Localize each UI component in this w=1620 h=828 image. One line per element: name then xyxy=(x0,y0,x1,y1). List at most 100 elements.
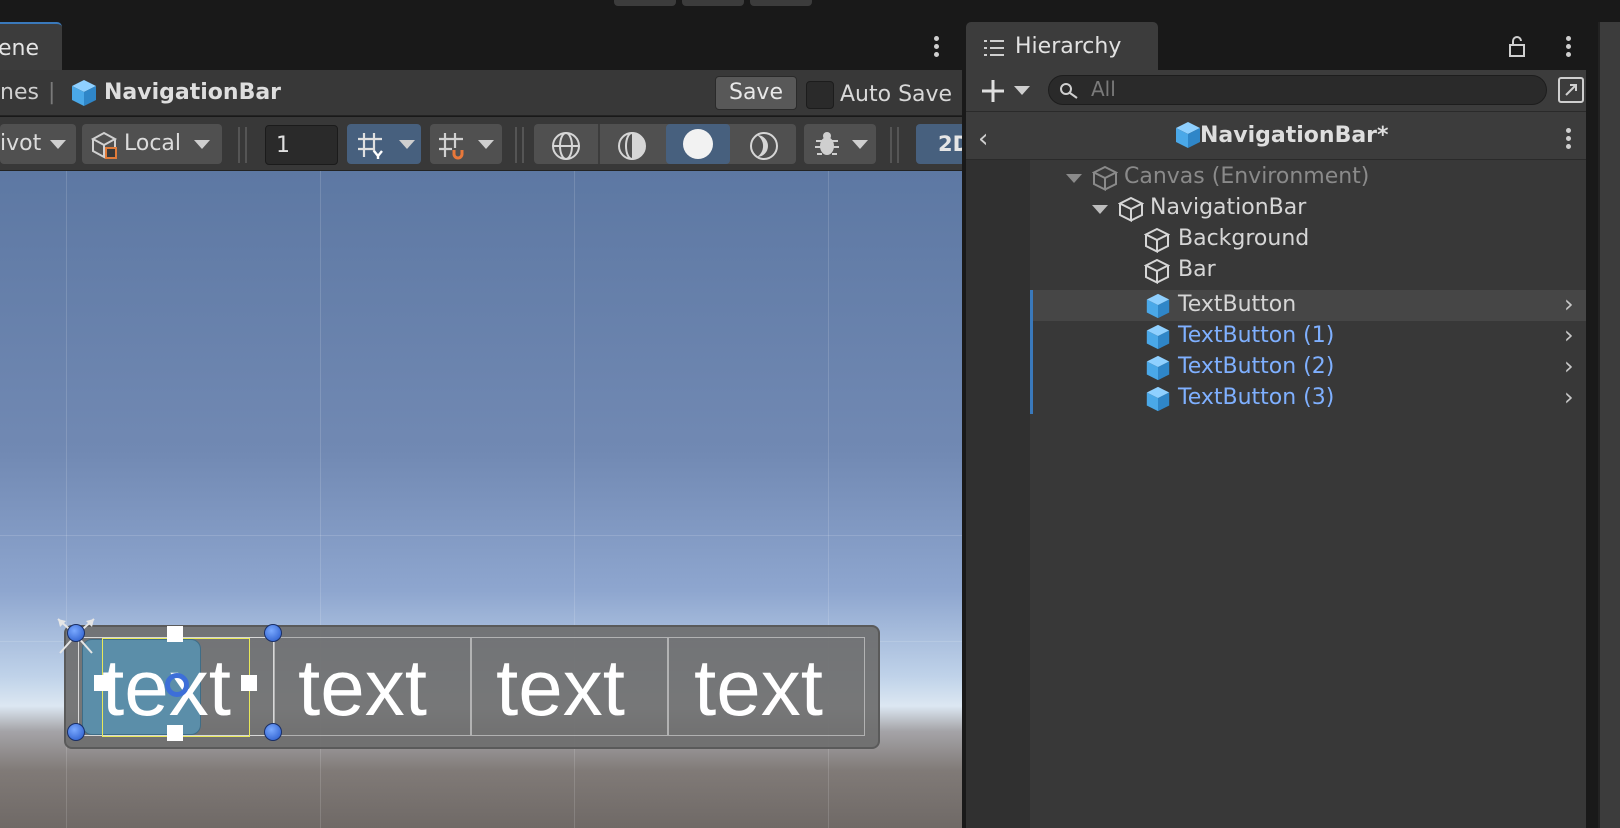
unlit-sphere-icon[interactable] xyxy=(748,130,780,166)
breadcrumb-title: NavigationBar xyxy=(104,80,282,105)
hierarchy-gutter xyxy=(966,160,1030,828)
tree-item-navigationbar[interactable]: NavigationBar xyxy=(1030,193,1586,224)
tree-item-label: Bar xyxy=(1178,257,1216,282)
toolbar-divider xyxy=(515,127,517,163)
grid-y-icon xyxy=(355,130,385,164)
local-dropdown[interactable]: Local xyxy=(82,124,222,164)
nav-button-text: text xyxy=(496,643,625,732)
tree-item-label: TextButton (1) xyxy=(1178,323,1335,348)
pivot-label: ivot xyxy=(0,131,42,156)
gameobject-cube-icon xyxy=(1143,227,1171,257)
chevron-down-icon xyxy=(478,140,494,149)
bug-icon xyxy=(812,129,842,163)
tree-item-label: Canvas (Environment) xyxy=(1124,164,1370,189)
gameobject-cube-icon xyxy=(1143,258,1171,288)
play-button[interactable] xyxy=(614,0,676,6)
wireframe-sphere-icon[interactable] xyxy=(550,130,582,166)
chevron-down-icon[interactable] xyxy=(1014,86,1030,95)
resize-handle-bottom-right[interactable] xyxy=(264,723,282,741)
inspector-panel-edge xyxy=(1598,22,1620,828)
pause-button[interactable] xyxy=(682,0,744,6)
tab-scene-label: ene xyxy=(0,36,40,61)
snap-increment-field[interactable]: 1 xyxy=(265,125,338,165)
snap-grid-button[interactable] xyxy=(430,124,502,164)
expand-arrow-icon[interactable] xyxy=(1066,174,1082,183)
hierarchy-search-input[interactable]: All xyxy=(1048,75,1547,105)
override-marker xyxy=(1030,383,1033,414)
tree-item-bar[interactable]: Bar xyxy=(1030,255,1586,286)
pivot-dropdown[interactable]: ivot xyxy=(0,124,76,164)
open-prefab-arrow-icon[interactable]: › xyxy=(1564,321,1574,349)
hierarchy-tab-label: Hierarchy xyxy=(1015,34,1122,59)
breadcrumb-prev[interactable]: nes xyxy=(0,80,39,105)
resize-handle-left[interactable] xyxy=(94,675,110,691)
prefab-cube-icon xyxy=(1144,385,1172,417)
prefab-menu-icon[interactable] xyxy=(1566,128,1572,152)
back-chevron-icon[interactable]: ‹ xyxy=(978,124,988,154)
chevron-down-icon xyxy=(852,140,868,149)
toolbar-divider xyxy=(238,127,240,163)
expand-arrow-icon[interactable] xyxy=(1092,205,1108,214)
tree-item-label: Background xyxy=(1178,226,1310,251)
plus-icon[interactable] xyxy=(980,78,1006,108)
resize-handle-right[interactable] xyxy=(241,675,257,691)
gizmos-button[interactable] xyxy=(804,124,876,164)
scene-tab-bar xyxy=(0,22,964,68)
tree-item-label: TextButton (2) xyxy=(1178,354,1335,379)
search-scene-icon[interactable] xyxy=(1558,77,1584,103)
search-placeholder: All xyxy=(1091,77,1116,101)
resize-handle-top-right[interactable] xyxy=(264,624,282,642)
scene-menu-icon[interactable] xyxy=(934,36,940,60)
tree-item-textbutton[interactable]: TextButton › xyxy=(1030,290,1586,321)
shaded-mode-button[interactable] xyxy=(666,124,730,164)
save-button[interactable]: Save xyxy=(715,76,797,110)
toolbar-divider xyxy=(890,127,892,163)
prefab-cube-icon xyxy=(70,78,98,108)
tab-scene[interactable]: ene xyxy=(0,22,62,70)
open-prefab-arrow-icon[interactable]: › xyxy=(1564,352,1574,380)
override-marker xyxy=(1030,290,1033,321)
lock-icon[interactable] xyxy=(1508,34,1526,62)
prefab-cube-icon xyxy=(1144,292,1172,324)
resize-handle-top-left[interactable] xyxy=(67,624,85,642)
grid-line xyxy=(0,535,962,536)
grid-visibility-button[interactable] xyxy=(347,124,421,164)
nav-button-text: text xyxy=(298,643,427,732)
pivot-handle[interactable] xyxy=(165,673,189,697)
prefab-cube-icon xyxy=(1144,354,1172,386)
tree-item-canvas[interactable]: Canvas (Environment) xyxy=(1030,162,1586,193)
toolbar-divider xyxy=(522,127,524,163)
open-prefab-arrow-icon[interactable]: › xyxy=(1564,290,1574,318)
auto-save-checkbox[interactable] xyxy=(806,81,834,109)
resize-handle-top[interactable] xyxy=(167,626,183,642)
toolbar-divider xyxy=(598,124,600,164)
prefab-title: NavigationBar* xyxy=(1200,123,1389,148)
tree-item-background[interactable]: Background xyxy=(1030,224,1586,255)
tree-item-label: NavigationBar xyxy=(1150,195,1307,220)
shaded-wire-sphere-icon[interactable] xyxy=(616,130,648,166)
tree-item-textbutton-2[interactable]: TextButton (2) › xyxy=(1030,352,1586,383)
chevron-down-icon xyxy=(399,140,415,149)
toolbar-divider xyxy=(245,127,247,163)
local-space-icon xyxy=(90,130,120,164)
auto-save-label: Auto Save xyxy=(840,82,953,107)
hierarchy-menu-icon[interactable] xyxy=(1566,36,1572,60)
gameobject-cube-icon xyxy=(1117,196,1145,226)
resize-handle-bottom[interactable] xyxy=(167,725,183,741)
list-icon xyxy=(982,38,1006,62)
2d-mode-button[interactable]: 2D xyxy=(916,124,970,164)
open-prefab-arrow-icon[interactable]: › xyxy=(1564,383,1574,411)
tree-item-label: TextButton (3) xyxy=(1178,385,1335,410)
override-marker xyxy=(1030,321,1033,352)
solid-sphere-icon xyxy=(683,129,713,159)
tree-item-textbutton-1[interactable]: TextButton (1) › xyxy=(1030,321,1586,352)
nav-button-text: text xyxy=(694,643,823,732)
override-marker xyxy=(1030,352,1033,383)
grid-snap-icon xyxy=(436,130,466,164)
resize-handle-bottom-left[interactable] xyxy=(67,723,85,741)
prefab-cube-icon xyxy=(1174,120,1202,154)
chevron-down-icon xyxy=(194,140,210,149)
step-button[interactable] xyxy=(750,0,812,6)
tree-item-textbutton-3[interactable]: TextButton (3) › xyxy=(1030,383,1586,414)
search-icon xyxy=(1059,81,1079,105)
